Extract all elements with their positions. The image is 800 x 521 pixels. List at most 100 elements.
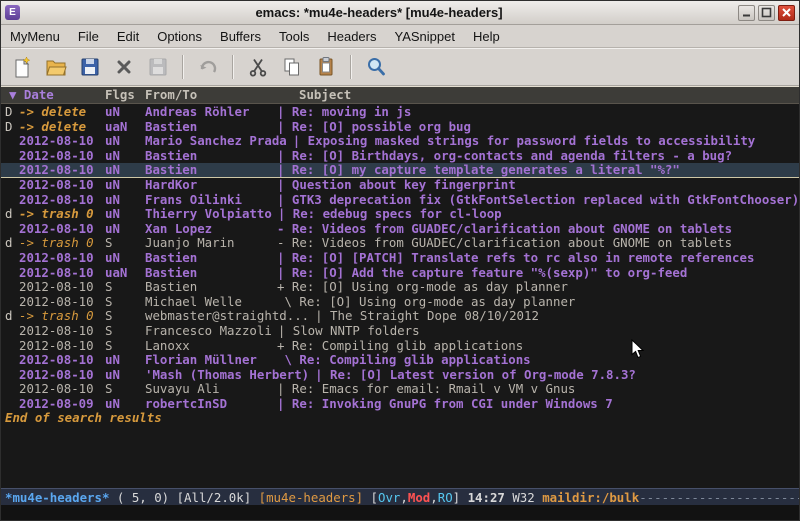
- cell-sepsub: \ Re: Compiling glib applications: [277, 353, 531, 368]
- message-row[interactable]: d-> trash 0Swebmaster@straightd...| The …: [1, 309, 799, 324]
- close-buffer-button[interactable]: [109, 53, 139, 81]
- message-row[interactable]: 2012-08-10uN'Mash (Thomas Herbert)| Re: …: [1, 368, 799, 383]
- emacs-window: E emacs: *mu4e-headers* [mu4e-headers] M…: [0, 0, 800, 521]
- undo-button[interactable]: [193, 53, 223, 81]
- cell-flags: uN: [105, 251, 145, 266]
- maximize-button[interactable]: [758, 5, 775, 21]
- cell-from: Florian Müllner: [145, 353, 271, 368]
- cell-date: -> delete: [19, 120, 105, 135]
- search-button[interactable]: [361, 53, 391, 81]
- cell-date: -> trash 0: [19, 207, 105, 222]
- cell-from: Suvayu Ali: [145, 382, 271, 397]
- cell-date: 2012-08-10: [19, 339, 105, 354]
- save-as-button[interactable]: [143, 53, 173, 81]
- modeline-filler: ----------------------------------------…: [639, 490, 799, 505]
- menubar: MyMenu File Edit Options Buffers Tools H…: [1, 25, 799, 48]
- message-row[interactable]: 2012-08-10uNBastien| Re: [O] Birthdays, …: [1, 149, 799, 164]
- cell-mark: [5, 251, 19, 266]
- modeline-modified-indicator: Mod: [408, 490, 430, 505]
- cell-sepsub: \ Re: [O] Using org-mode as day planner: [277, 295, 575, 310]
- menu-options[interactable]: Options: [148, 27, 211, 46]
- message-row[interactable]: 2012-08-10uaNBastien| Re: [O] Add the ca…: [1, 266, 799, 281]
- cell-flags: uN: [105, 397, 145, 412]
- menu-headers[interactable]: Headers: [318, 27, 385, 46]
- cell-date: 2012-08-10: [19, 178, 105, 193]
- message-row[interactable]: 2012-08-10uNMario Sanchez Prada| Exposin…: [1, 134, 799, 149]
- cell-date: 2012-08-10: [19, 382, 105, 397]
- cell-mark: [5, 353, 19, 368]
- cell-flags: uaN: [105, 120, 145, 135]
- mouse-cursor: [631, 339, 645, 359]
- cell-mark: [5, 193, 19, 208]
- copy-button[interactable]: [277, 53, 307, 81]
- cell-mark: [5, 134, 19, 149]
- message-row[interactable]: 2012-08-09uNrobertcInSD| Re: Invoking Gn…: [1, 397, 799, 412]
- minimize-button[interactable]: [738, 5, 755, 21]
- open-folder-button[interactable]: [41, 53, 71, 81]
- message-row-current[interactable]: 2012-08-10uNBastien| Re: [O] my capture …: [1, 163, 799, 178]
- message-row[interactable]: 2012-08-10uNXan Lopez- Re: Videos from G…: [1, 222, 799, 237]
- message-row[interactable]: 2012-08-10SSuvayu Ali| Re: Emacs for ema…: [1, 382, 799, 397]
- message-row[interactable]: d-> trash 0SJuanjo Marin- Re: Videos fro…: [1, 236, 799, 251]
- modeline-comma: ,: [400, 490, 407, 505]
- message-row[interactable]: 2012-08-10SMichael Welle \ Re: [O] Using…: [1, 295, 799, 310]
- column-from: From/To: [145, 87, 299, 103]
- message-row[interactable]: d-> trash 0uNThierry Volpiatto| Re: edeb…: [1, 207, 799, 222]
- titlebar[interactable]: E emacs: *mu4e-headers* [mu4e-headers]: [1, 1, 799, 25]
- message-row[interactable]: 2012-08-10uNFrans Oilinki| GTK3 deprecat…: [1, 193, 799, 208]
- toolbar-separator: [232, 55, 234, 79]
- maximize-icon: [761, 7, 772, 18]
- modeline-comma: ,: [430, 490, 437, 505]
- mu4e-headers-buffer[interactable]: ▼ Date Flgs From/To Subject D-> deleteuN…: [1, 86, 799, 488]
- end-of-results-text: End of search results: [1, 411, 799, 426]
- search-icon: [365, 56, 387, 78]
- modeline-maildir: maildir:/bulk: [542, 490, 639, 505]
- modeline[interactable]: *mu4e-headers* ( 5, 0) [All/2.0k] [mu4e-…: [1, 488, 799, 505]
- message-row[interactable]: D-> deleteuaNBastien| Re: [O] possible o…: [1, 120, 799, 135]
- cell-mark: [5, 295, 19, 310]
- cell-sepsub: | Slow NNTP folders: [278, 324, 420, 339]
- menu-file[interactable]: File: [69, 27, 108, 46]
- save-button[interactable]: [75, 53, 105, 81]
- cell-from: Francesco Mazzoli: [145, 324, 272, 339]
- menu-tools[interactable]: Tools: [270, 27, 318, 46]
- echo-area[interactable]: [1, 505, 799, 520]
- cell-from: HardKor: [145, 178, 271, 193]
- menu-buffers[interactable]: Buffers: [211, 27, 270, 46]
- cell-mark: d: [5, 207, 19, 222]
- cell-mark: [5, 280, 19, 295]
- message-row[interactable]: 2012-08-10SFrancesco Mazzoli| Slow NNTP …: [1, 324, 799, 339]
- undo-icon: [197, 56, 219, 78]
- cell-from: Bastien: [145, 266, 271, 281]
- modeline-position: ( 5, 0): [109, 490, 176, 505]
- menu-help[interactable]: Help: [464, 27, 509, 46]
- paste-button[interactable]: [311, 53, 341, 81]
- new-file-button[interactable]: [7, 53, 37, 81]
- cell-sepsub: | Re: [O] Birthdays, org-contacts and ag…: [277, 149, 732, 164]
- emacs-icon: E: [5, 5, 20, 20]
- menu-yasnippet[interactable]: YASnippet: [385, 27, 463, 46]
- cell-from: Bastien: [145, 120, 271, 135]
- cut-button[interactable]: [243, 53, 273, 81]
- save-as-icon: [147, 56, 169, 78]
- message-row[interactable]: 2012-08-10SLanoxx+ Re: Compiling glib ap…: [1, 339, 799, 354]
- cell-from: webmaster@straightd...: [145, 309, 309, 324]
- modeline-overwrite-indicator: Ovr: [378, 490, 400, 505]
- message-row[interactable]: 2012-08-10uNFlorian Müllner \ Re: Compil…: [1, 353, 799, 368]
- cell-flags: uN: [105, 105, 145, 120]
- modeline-bracket: ]: [453, 490, 468, 505]
- close-button[interactable]: [778, 5, 795, 21]
- message-row[interactable]: 2012-08-10uNBastien| Re: [O] [PATCH] Tra…: [1, 251, 799, 266]
- message-row[interactable]: 2012-08-10uNHardKor| Question about key …: [1, 178, 799, 193]
- cell-sepsub: - Re: Videos from GUADEC/clarification a…: [277, 236, 732, 251]
- toolbar-separator: [182, 55, 184, 79]
- message-row[interactable]: 2012-08-10SBastien+ Re: [O] Using org-mo…: [1, 280, 799, 295]
- menu-edit[interactable]: Edit: [108, 27, 148, 46]
- message-row[interactable]: D-> deleteuNAndreas Röhler| Re: moving i…: [1, 105, 799, 120]
- column-date: ▼ Date: [9, 87, 105, 103]
- cell-flags: uN: [105, 178, 145, 193]
- cell-sepsub: | Re: [O] [PATCH] Translate refs to rc a…: [277, 251, 754, 266]
- menu-mymenu[interactable]: MyMenu: [1, 27, 69, 46]
- modeline-clock: 14:27: [468, 490, 505, 505]
- cell-flags: S: [105, 309, 145, 324]
